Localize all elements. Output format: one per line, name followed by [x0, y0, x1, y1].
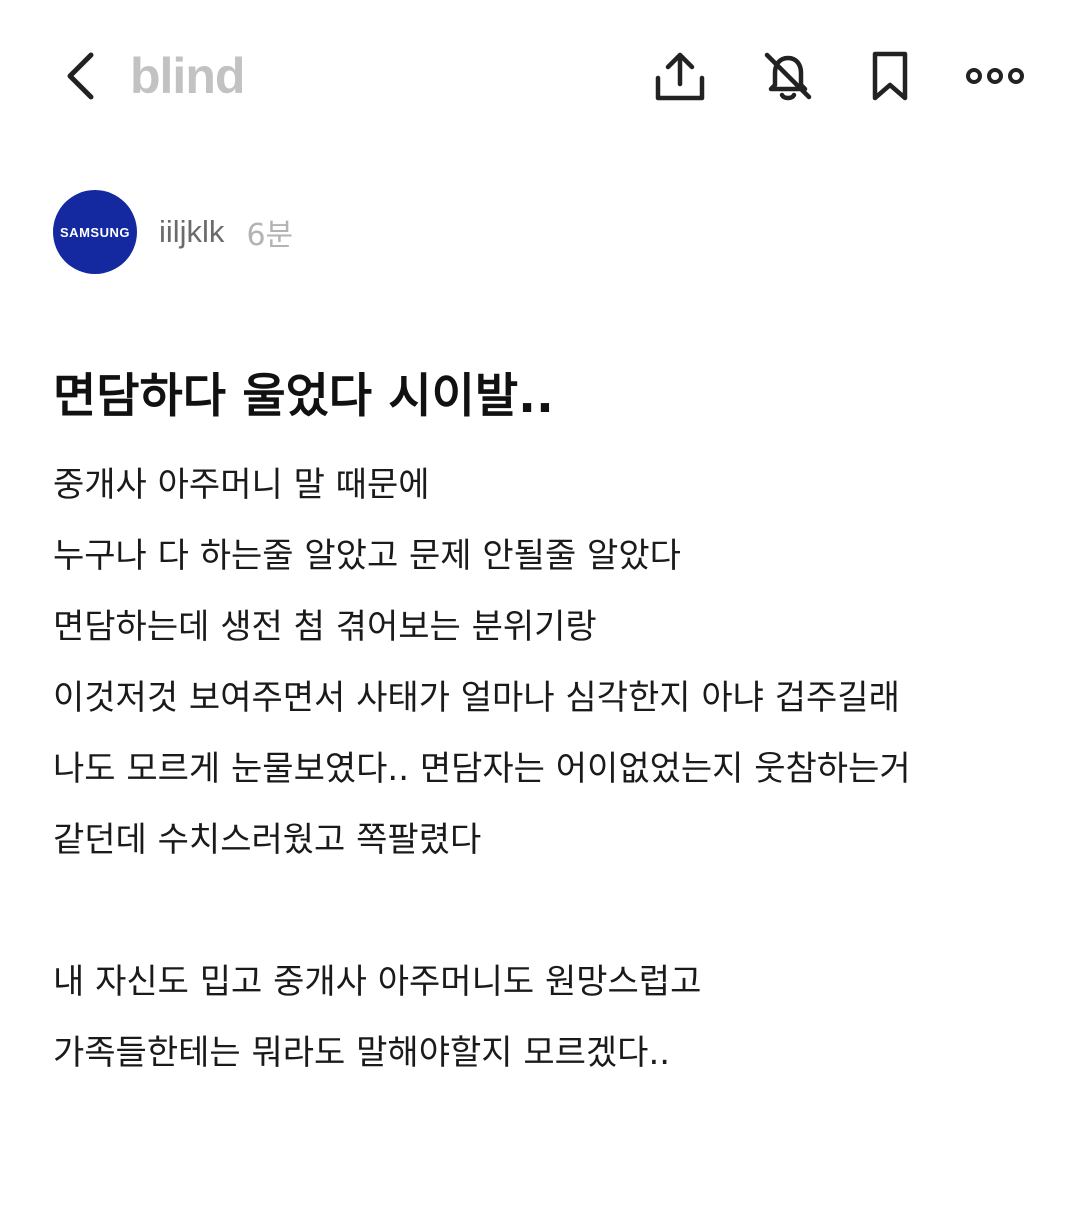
post-body-line: 중개사 아주머니 말 때문에	[53, 465, 430, 505]
bell-off-icon	[764, 52, 812, 101]
chevron-left-icon	[67, 52, 94, 100]
notification-toggle-button[interactable]	[758, 46, 818, 106]
post-body-blank-line	[53, 876, 1053, 947]
share-icon	[655, 52, 705, 101]
post-body-line: 내 자신도 밉고 중개사 아주머니도 원망스럽고	[53, 962, 702, 1002]
bookmark-button[interactable]	[860, 46, 920, 106]
post-body-line: 이것저것 보여주면서 사태가 얼마나 심각한지 아냐 겁주길래	[53, 678, 900, 718]
back-button[interactable]	[52, 46, 108, 106]
top-bar: blind	[0, 0, 1080, 150]
author-name[interactable]: iiljklk	[159, 214, 224, 250]
blind-logo: blind	[130, 48, 245, 104]
company-avatar[interactable]: SAMSUNG	[53, 190, 137, 274]
company-logo-text: SAMSUNG	[60, 224, 130, 240]
more-options-button[interactable]	[965, 46, 1025, 106]
post-body-line: 같던데 수치스러웠고 쪽팔렸다	[53, 820, 482, 860]
post-body-line: 가족들한테는 뭐라도 말해야할지 모르겠다..	[53, 1033, 671, 1073]
post-title: 면담하다 울었다 시이발..	[53, 369, 554, 424]
bookmark-icon	[872, 51, 908, 101]
post-body-line: 면담하는데 생전 첨 겪어보는 분위기랑	[53, 607, 597, 647]
share-button[interactable]	[650, 46, 710, 106]
post-body-line: 나도 모르게 눈물보였다.. 면담자는 어이없었는지 웃참하는거	[53, 749, 911, 789]
post-body: 중개사 아주머니 말 때문에 누구나 다 하는줄 알았고 문제 안될줄 알았다 …	[53, 450, 1053, 1089]
more-dots-icon	[966, 68, 1024, 84]
author-info: SAMSUNG iiljklk 6분	[53, 190, 293, 274]
post-time: 6분	[246, 218, 294, 253]
post-body-line: 누구나 다 하는줄 알았고 문제 안될줄 알았다	[53, 536, 681, 576]
